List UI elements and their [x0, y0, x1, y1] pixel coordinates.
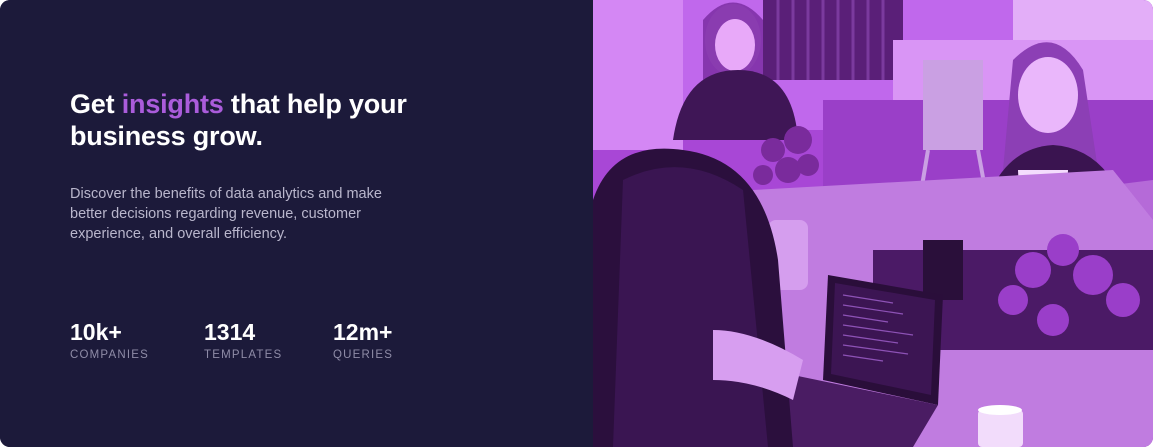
headline-accent: insights: [121, 89, 224, 119]
stat-companies-value: 10k+: [70, 319, 122, 345]
stat-queries: 12m+ QUERIES: [333, 318, 393, 361]
headline-start: Get: [70, 89, 122, 119]
stat-templates-label: TEMPLATES: [204, 349, 283, 361]
stat-templates: 1314 TEMPLATES: [204, 318, 333, 361]
office-photo: [593, 0, 1153, 447]
description: Discover the benefits of data analytics …: [70, 186, 382, 242]
headline-line1-end: that help your: [223, 89, 407, 119]
stat-queries-value: 12m+: [333, 319, 393, 345]
stat-companies-label: COMPANIES: [70, 349, 149, 361]
text-panel: Get insights that help your business grow…: [0, 0, 593, 447]
headline: Get insights that help your business grow…: [70, 88, 450, 152]
stat-templates-value: 1314: [204, 319, 256, 345]
stat-companies: 10k+ COMPANIES: [70, 318, 204, 361]
stats-row: 10k+ COMPANIES 1314 TEMPLATES 12m+ QUERI…: [70, 318, 393, 361]
office-team-photo-icon: [593, 0, 1153, 447]
stat-queries-label: QUERIES: [333, 349, 394, 361]
headline-line2: business grow.: [70, 121, 263, 151]
insights-card: Get insights that help your business grow…: [0, 0, 1153, 447]
